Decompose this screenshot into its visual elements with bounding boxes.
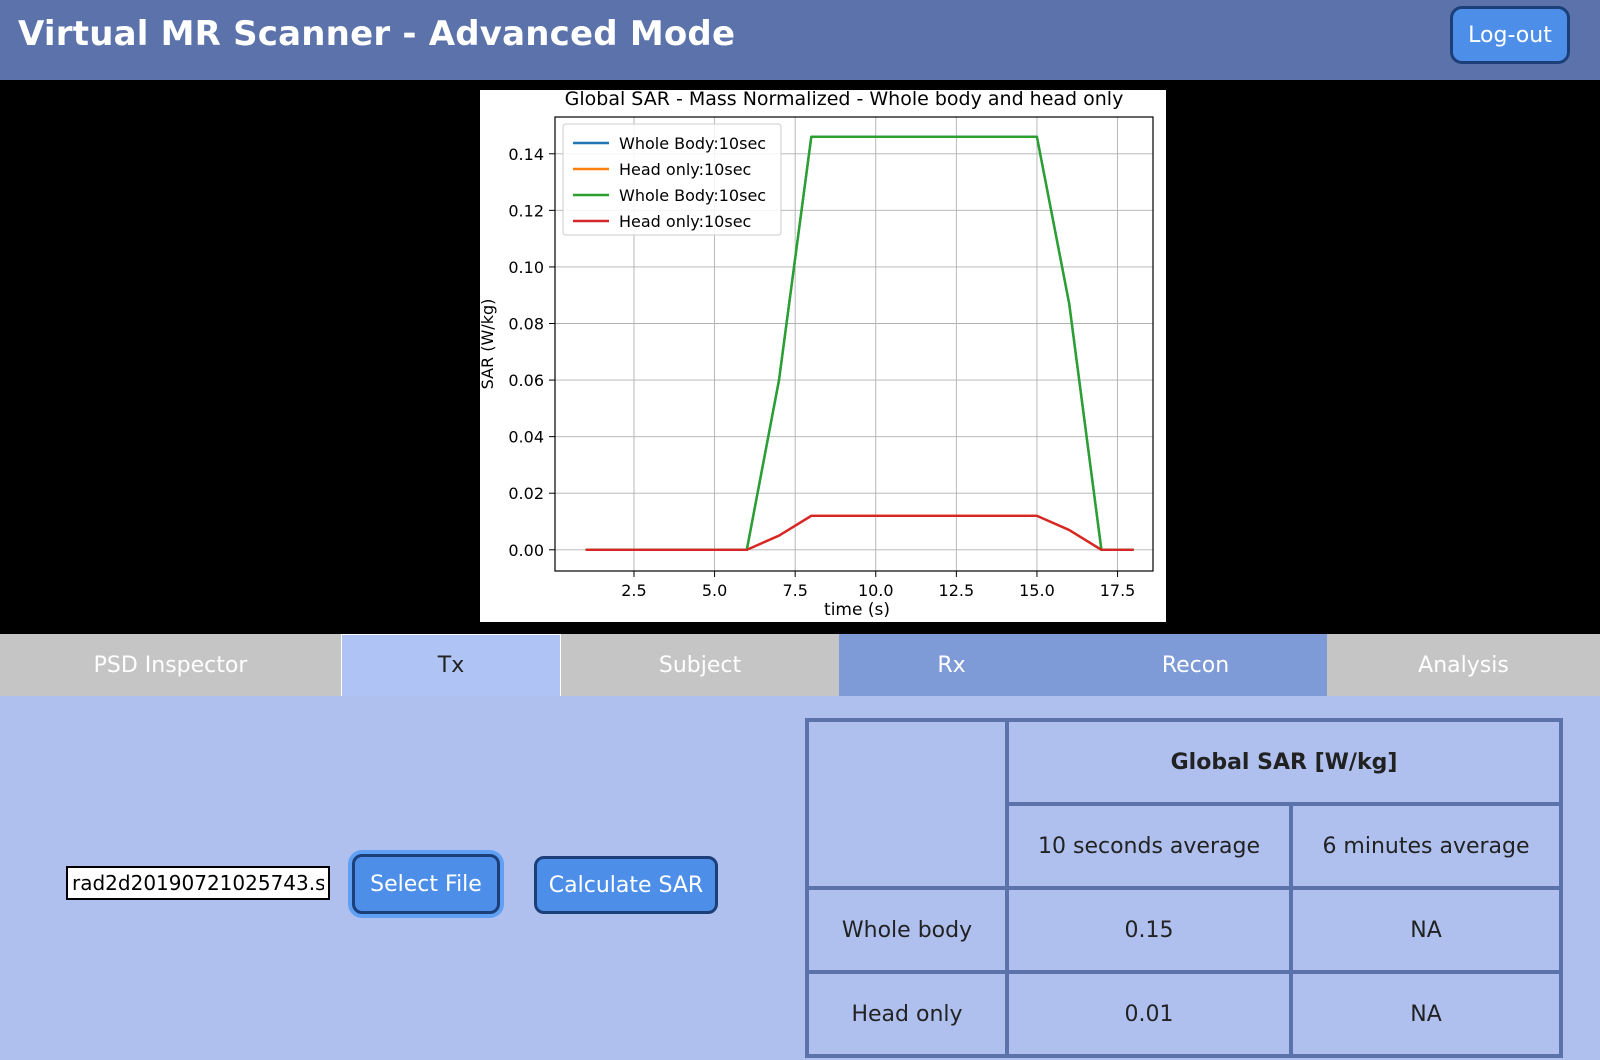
x-axis-label: time (s) (824, 600, 890, 620)
y-tick-label: 0.12 (508, 201, 544, 220)
select-file-button[interactable]: Select File (352, 854, 500, 914)
legend-label: Head only:10sec (619, 212, 751, 231)
x-tick-label: 15.0 (1019, 581, 1055, 600)
series-line-3 (585, 514, 1134, 551)
legend-label: Whole Body:10sec (619, 134, 766, 153)
x-tick-label: 12.5 (939, 581, 975, 600)
legend-label: Head only:10sec (619, 160, 751, 179)
y-tick-label: 0.04 (508, 428, 544, 447)
head-only-10s-value: 0.01 (1005, 970, 1293, 1058)
whole-body-6min-value: NA (1289, 886, 1563, 974)
x-tick-label: 17.5 (1100, 581, 1136, 600)
psd-file-input[interactable] (66, 866, 330, 900)
col-10s-header: 10 seconds average (1005, 802, 1293, 890)
whole-body-10s-value: 0.15 (1005, 886, 1293, 974)
plot-viewer: 2.5 5.0 7.5 10.0 12.5 15.0 17.5 0.00 0.02 0.04 0.0… (0, 80, 1600, 634)
tab-tx[interactable]: Tx (341, 634, 561, 696)
row-label-whole-body: Whole body (805, 886, 1009, 974)
x-tick-label: 10.0 (858, 581, 894, 600)
tab-subject[interactable]: Subject (561, 634, 839, 696)
tab-analysis[interactable]: Analysis (1327, 634, 1600, 696)
calculate-sar-button[interactable]: Calculate SAR (534, 856, 718, 914)
tab-psd-inspector[interactable]: PSD Inspector (0, 634, 341, 696)
y-axis-label: SAR (W/kg) (480, 299, 497, 390)
head-only-6min-value: NA (1289, 970, 1563, 1058)
legend-label: Whole Body:10sec (619, 186, 766, 205)
x-tick-label: 2.5 (621, 581, 646, 600)
y-tick-label: 0.00 (508, 541, 544, 560)
y-tick-label: 0.02 (508, 484, 544, 503)
sar-chart-svg: 2.5 5.0 7.5 10.0 12.5 15.0 17.5 0.00 0.02 0.04 0.0… (480, 90, 1154, 620)
y-tick-label: 0.06 (508, 371, 544, 390)
x-tick-label: 7.5 (782, 581, 807, 600)
table-row: Head only 0.01 NA (805, 970, 1563, 1058)
sar-table-header: Global SAR [W/kg] (1005, 718, 1563, 806)
sar-chart: 2.5 5.0 7.5 10.0 12.5 15.0 17.5 0.00 0.02 0.04 0.0… (480, 90, 1166, 622)
sar-table-corner (805, 718, 1009, 890)
chart-title: Global SAR - Mass Normalized - Whole bod… (565, 90, 1124, 110)
series-line-1 (585, 514, 1134, 551)
y-tick-label: 0.10 (508, 258, 544, 277)
x-tick-label: 5.0 (702, 581, 727, 600)
col-6min-header: 6 minutes average (1289, 802, 1563, 890)
logout-button[interactable]: Log-out (1450, 6, 1570, 64)
row-label-head-only: Head only (805, 970, 1009, 1058)
tab-recon[interactable]: Recon (1064, 634, 1327, 696)
tx-panel: Select File Calculate SAR Global SAR [W/… (0, 696, 1600, 1060)
sar-table: Global SAR [W/kg] 10 seconds average 6 m… (805, 718, 1563, 1058)
y-tick-label: 0.08 (508, 314, 544, 333)
tab-bar: PSD Inspector Tx Subject Rx Recon Analys… (0, 634, 1600, 696)
y-tick-label: 0.14 (508, 145, 544, 164)
app-header: Virtual MR Scanner - Advanced Mode Log-o… (0, 0, 1600, 80)
table-row: Whole body 0.15 NA (805, 886, 1563, 974)
tab-rx[interactable]: Rx (839, 634, 1064, 696)
app-title: Virtual MR Scanner - Advanced Mode (18, 14, 736, 54)
